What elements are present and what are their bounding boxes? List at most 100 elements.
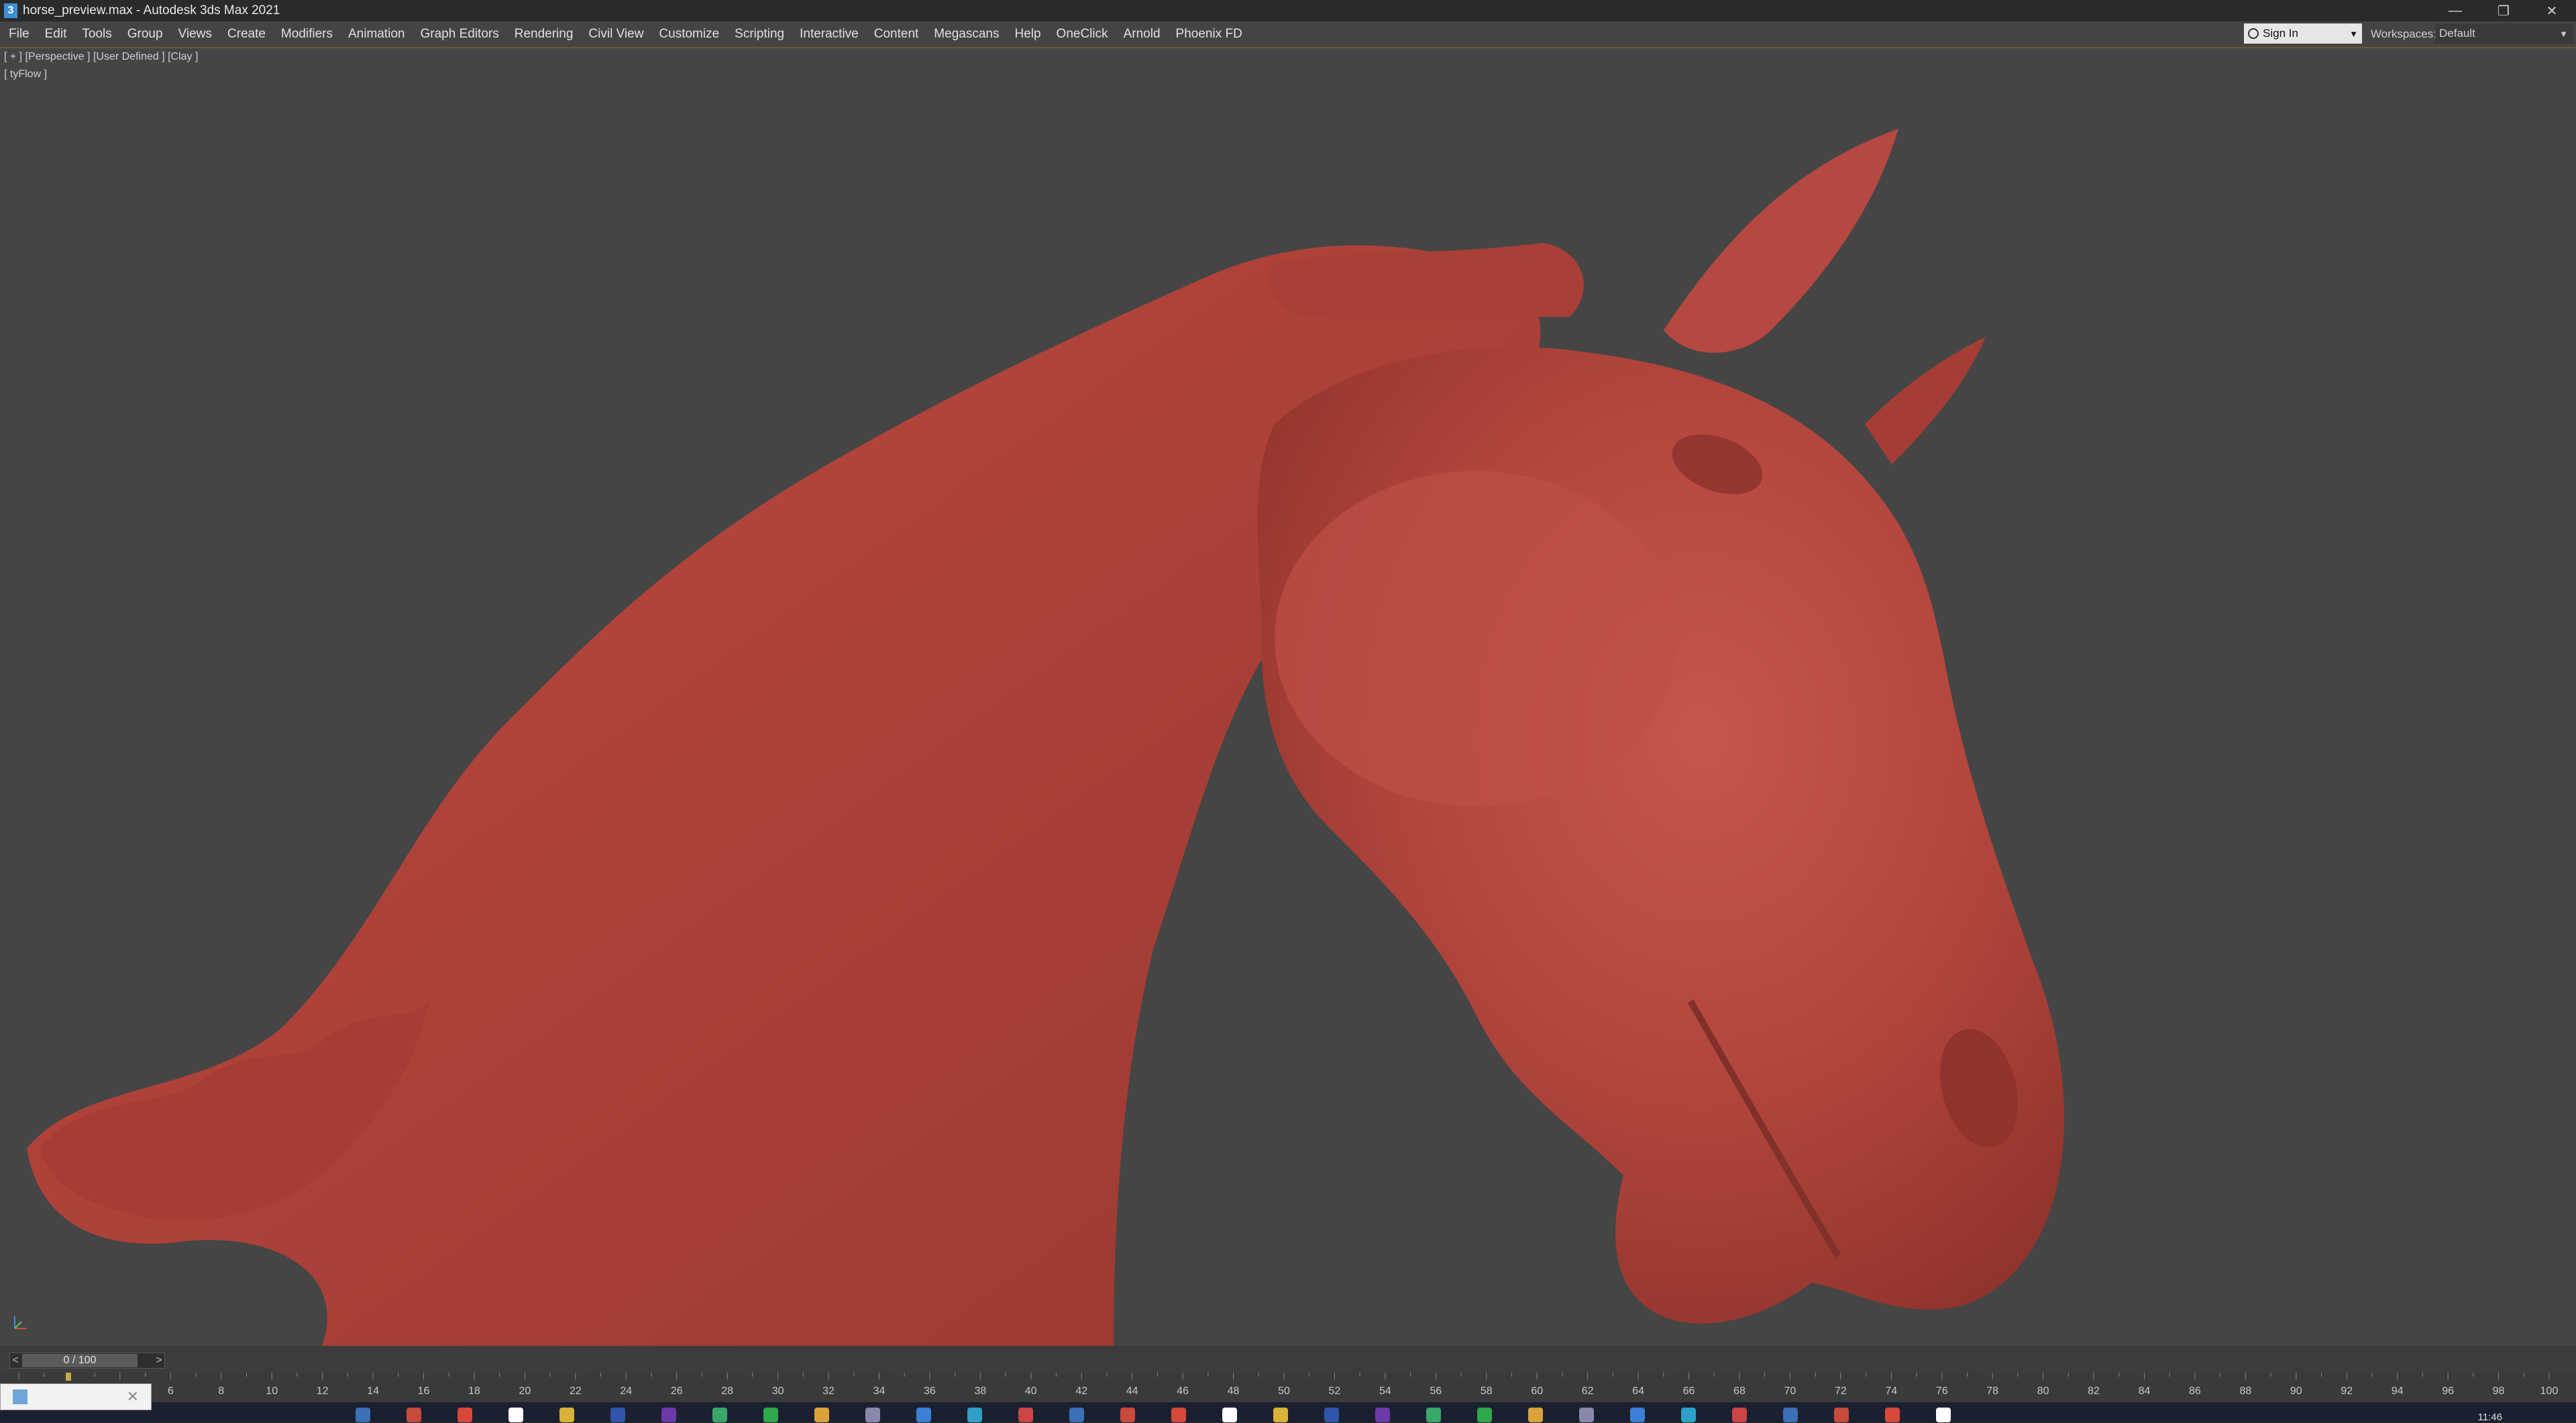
menu-megascans[interactable]: Megascans [925, 27, 1006, 42]
menu-civil-view[interactable]: Civil View [580, 27, 650, 42]
taskbar-app-icon[interactable] [1222, 1408, 1237, 1422]
3ds-max-app-icon[interactable]: 3 [4, 3, 17, 18]
frame-label: 34 [873, 1385, 885, 1397]
frame-label: 92 [2341, 1385, 2353, 1397]
track-bar[interactable]: 46 8 10 12 14 16 18 20 22 24 26 28 30 32 34 36 38 40 42 44 4… [0, 1373, 2576, 1402]
frame-label: 56 [1430, 1385, 1442, 1397]
current-frame-marker[interactable] [66, 1373, 71, 1381]
taskbar-app-icon[interactable] [967, 1408, 982, 1422]
taskbar-app-icon[interactable] [407, 1408, 421, 1422]
taskbar-app-icon[interactable] [1273, 1408, 1288, 1422]
frame-label: 10 [266, 1385, 278, 1397]
frame-label: 14 [367, 1385, 379, 1397]
taskbar-app-icon[interactable] [356, 1408, 370, 1422]
taskbar-app-icon[interactable] [1936, 1408, 1951, 1422]
menu-phoenix-fd[interactable]: Phoenix FD [1167, 27, 1249, 42]
frame-label: 96 [2442, 1385, 2454, 1397]
taskbar-app-icon[interactable] [1069, 1408, 1084, 1422]
taskbar-app-icon[interactable] [1120, 1408, 1135, 1422]
taskbar-app-icon[interactable] [865, 1408, 880, 1422]
menu-rendering[interactable]: Rendering [506, 27, 580, 42]
taskbar-app-icon[interactable] [712, 1408, 727, 1422]
menu-group[interactable]: Group [119, 27, 170, 42]
taskbar-app-icon[interactable] [1324, 1408, 1339, 1422]
viewport-label[interactable]: [ + ] [Perspective ] [User Defined ] [Cl… [4, 51, 198, 63]
previous-frame-button[interactable]: < [10, 1353, 21, 1368]
frame-ruler[interactable]: 46 8 10 12 14 16 18 20 22 24 26 28 30 32 34 36 38 40 42 44 4… [0, 1373, 2576, 1402]
frame-label: 46 [1177, 1385, 1189, 1397]
time-slider[interactable]: < 0 / 100 > [9, 1353, 165, 1369]
menu-help[interactable]: Help [1006, 27, 1047, 42]
sign-in-dropdown[interactable]: Sign In ▼ [2244, 23, 2362, 44]
axis-tripod-icon [14, 1316, 27, 1329]
menu-modifiers[interactable]: Modifiers [272, 27, 339, 42]
tyflow-label[interactable]: [ tyFlow ] [4, 68, 47, 81]
taskbar-app-icon[interactable] [661, 1408, 676, 1422]
frame-label: 8 [218, 1385, 224, 1397]
frame-label: 40 [1025, 1385, 1037, 1397]
menu-edit[interactable]: Edit [36, 27, 74, 42]
taskbar-app-icon[interactable] [1528, 1408, 1543, 1422]
taskbar-app-icon[interactable] [1426, 1408, 1441, 1422]
taskbar-preview-thumbnail[interactable]: ✕ [0, 1383, 152, 1410]
frame-label: 42 [1075, 1385, 1087, 1397]
taskbar-app-icon[interactable] [1018, 1408, 1033, 1422]
taskbar-app-icon[interactable] [1732, 1408, 1747, 1422]
taskbar-app-icon[interactable] [1171, 1408, 1186, 1422]
horse-head-model[interactable] [0, 48, 2576, 1346]
frame-label: 72 [1835, 1385, 1847, 1397]
frame-label: 86 [2189, 1385, 2201, 1397]
close-icon[interactable]: ✕ [127, 1388, 139, 1406]
menu-tools[interactable]: Tools [73, 27, 118, 42]
menu-animation[interactable]: Animation [339, 27, 412, 42]
taskbar-app-icon[interactable] [1579, 1408, 1594, 1422]
frame-label: 54 [1379, 1385, 1391, 1397]
workspaces-dropdown[interactable]: Default ▼ [2435, 23, 2573, 44]
menu-scripting[interactable]: Scripting [726, 27, 791, 42]
taskbar-app-icon[interactable] [1477, 1408, 1492, 1422]
frame-label: 70 [1784, 1385, 1796, 1397]
taskbar-app-icon[interactable] [1375, 1408, 1390, 1422]
menu-oneclick[interactable]: OneClick [1048, 27, 1115, 42]
taskbar-app-icon[interactable] [458, 1408, 472, 1422]
taskbar-app-icon[interactable] [559, 1408, 574, 1422]
taskbar-app-icon[interactable] [1885, 1408, 1900, 1422]
workspaces-label: Workspaces: [2371, 28, 2436, 40]
frame-label: 68 [1733, 1385, 1746, 1397]
frame-label: 76 [1936, 1385, 1948, 1397]
menu-customize[interactable]: Customize [650, 27, 726, 42]
taskbar-app-icon[interactable] [763, 1408, 778, 1422]
frame-label: 26 [671, 1385, 683, 1397]
taskbar-app-icon[interactable] [814, 1408, 829, 1422]
time-slider-thumb[interactable]: 0 / 100 [22, 1354, 138, 1367]
menu-graph-editors[interactable]: Graph Editors [412, 27, 506, 42]
frame-label: 48 [1228, 1385, 1240, 1397]
minimize-button[interactable]: — [2431, 0, 2479, 21]
taskbar-app-icon[interactable] [916, 1408, 931, 1422]
frame-label: 36 [924, 1385, 936, 1397]
menu-interactive[interactable]: Interactive [791, 27, 865, 42]
frame-label: 78 [1986, 1385, 1998, 1397]
next-frame-button[interactable]: > [154, 1353, 164, 1368]
menu-arnold[interactable]: Arnold [1115, 27, 1167, 42]
taskbar-app-icon[interactable] [1834, 1408, 1849, 1422]
horse-ear-left [1664, 129, 1898, 353]
perspective-viewport[interactable]: [ + ] [Perspective ] [User Defined ] [Cl… [0, 48, 2576, 1346]
taskbar-app-icon[interactable] [610, 1408, 625, 1422]
frame-label: 62 [1582, 1385, 1594, 1397]
taskbar-app-icon[interactable] [1783, 1408, 1798, 1422]
taskbar-app-icon[interactable] [508, 1408, 523, 1422]
frame-label: 12 [317, 1385, 329, 1397]
menu-create[interactable]: Create [219, 27, 272, 42]
taskbar-app-icon[interactable] [1630, 1408, 1645, 1422]
close-button[interactable]: ✕ [2528, 0, 2576, 21]
window-controls: — ❐ ✕ [2431, 0, 2576, 21]
menu-content[interactable]: Content [865, 27, 926, 42]
frame-label: 44 [1126, 1385, 1138, 1397]
menu-file[interactable]: File [0, 27, 36, 42]
restore-button[interactable]: ❐ [2479, 0, 2528, 21]
menu-views[interactable]: Views [170, 27, 219, 42]
frame-label: 28 [721, 1385, 733, 1397]
title-bar: 3 horse_preview.max - Autodesk 3ds Max 2… [0, 0, 2576, 21]
taskbar-app-icon[interactable] [1681, 1408, 1696, 1422]
